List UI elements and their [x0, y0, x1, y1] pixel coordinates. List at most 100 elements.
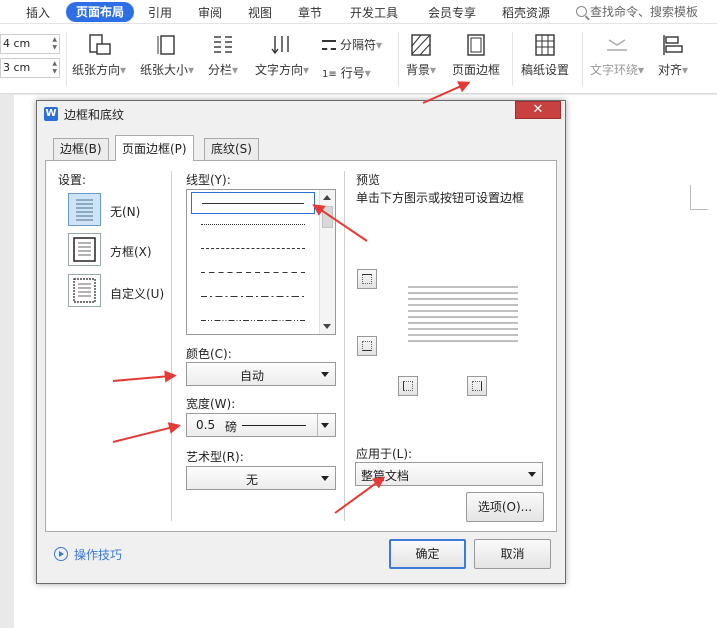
setting-box-label[interactable]: 方框(X) — [110, 243, 152, 260]
setting-box-icon[interactable] — [68, 233, 101, 266]
page-border-icon — [463, 32, 489, 58]
width-unit: 磅 — [225, 420, 238, 434]
close-icon: ✕ — [532, 102, 544, 117]
art-value: 无 — [245, 473, 258, 487]
page-border-label: 页面边框 — [452, 63, 501, 77]
options-button[interactable]: 选项(O)... — [466, 492, 544, 522]
menu-section[interactable]: 章节 — [298, 4, 322, 21]
align-icon — [660, 32, 686, 58]
ribbon-divider — [582, 32, 583, 86]
menu-docer[interactable]: 稻壳资源 — [502, 4, 550, 21]
tab-page-border[interactable]: 页面边框(P) — [115, 135, 194, 161]
menu-dev-tools[interactable]: 开发工具 — [350, 4, 398, 21]
menu-member[interactable]: 会员专享 — [428, 4, 476, 21]
art-dropdown[interactable]: 无 — [186, 466, 336, 490]
line-numbers-button[interactable]: 1≡ 行号▾ — [322, 64, 371, 81]
color-value: 自动 — [239, 369, 264, 383]
line-style-dotted[interactable] — [191, 214, 315, 236]
manuscript-settings-button[interactable]: 稿纸设置 — [521, 32, 569, 78]
background-button[interactable]: 背景▾ — [406, 32, 436, 78]
top-border-toggle[interactable] — [357, 269, 377, 289]
text-direction-label: 文字方向 — [255, 63, 304, 77]
apply-to-heading: 应用于(L): — [356, 447, 413, 461]
line-style-dash[interactable] — [191, 262, 315, 284]
menu-insert[interactable]: 插入 — [26, 4, 50, 21]
play-circle-icon[interactable] — [54, 547, 68, 561]
ribbon-toolbar: 4 cm ▲ ▼ 3 cm ▲ ▼ 纸张方向▾ 纸张大小▾ 分栏▾ 文字方向▾ 分隔… — [0, 24, 717, 94]
columns-button[interactable]: 分栏▾ — [208, 32, 238, 78]
setting-custom-icon[interactable] — [68, 274, 101, 307]
scroll-up-icon[interactable] — [323, 195, 331, 200]
command-search[interactable]: 查找命令、搜索模板 — [576, 3, 698, 20]
width-value: 0.5 — [196, 418, 216, 432]
text-wrap-label: 文字环绕 — [590, 63, 639, 77]
tips-link[interactable]: 操作技巧 — [74, 546, 122, 563]
separator-label: 分隔符 — [340, 38, 377, 52]
scroll-down-icon[interactable] — [323, 324, 331, 329]
tab-shading[interactable]: 底纹(S) — [204, 138, 259, 160]
width-sample-line — [242, 425, 306, 426]
preview-page[interactable] — [408, 285, 520, 345]
ribbon-divider — [398, 32, 399, 86]
line-style-dense-dash[interactable] — [191, 238, 315, 260]
tab-borders[interactable]: 边框(B) — [53, 138, 109, 160]
color-heading: 颜色(C): — [186, 347, 232, 361]
align-button[interactable]: 对齐▾ — [658, 32, 688, 78]
setting-none-label[interactable]: 无(N) — [110, 203, 140, 220]
art-heading: 艺术型(R): — [186, 450, 244, 464]
menu-view[interactable]: 视图 — [248, 4, 272, 21]
margin-value-1: 4 cm — [3, 37, 31, 50]
chevron-down-icon — [321, 372, 329, 377]
page-size-icon — [154, 32, 180, 58]
top-border-icon — [362, 274, 372, 284]
background-label: 背景 — [406, 63, 431, 77]
right-border-toggle[interactable] — [467, 376, 487, 396]
menu-bar: 插入 页面布局 引用 审阅 视图 章节 开发工具 会员专享 稻壳资源 查找命令、… — [0, 0, 717, 24]
setting-custom-label[interactable]: 自定义(U) — [110, 285, 164, 302]
menu-references[interactable]: 引用 — [148, 4, 172, 21]
panel-divider — [171, 171, 172, 521]
width-heading: 宽度(W): — [186, 397, 236, 411]
paper-orientation-label: 纸张方向 — [72, 63, 121, 77]
text-wrap-button[interactable]: 文字环绕▾ — [590, 32, 644, 78]
line-style-dash-dot-dot[interactable] — [191, 310, 315, 332]
margin-spinner-1[interactable]: 4 cm ▲ ▼ — [0, 34, 60, 54]
document-margin — [0, 95, 14, 628]
dialog-titlebar[interactable]: W 边框和底纹 ✕ — [37, 101, 565, 127]
left-border-toggle[interactable] — [398, 376, 418, 396]
color-dropdown[interactable]: 自动 — [186, 362, 336, 386]
columns-icon — [210, 32, 236, 58]
text-direction-button[interactable]: 文字方向▾ — [255, 32, 309, 78]
chevron-down-icon — [321, 423, 329, 428]
separator-button[interactable]: 分隔符▾ — [322, 36, 382, 53]
width-dropdown[interactable]: 0.5 磅 — [186, 413, 336, 437]
spinner-arrows-icon[interactable]: ▲ ▼ — [52, 60, 57, 76]
close-button[interactable]: ✕ — [515, 101, 561, 119]
menu-page-layout[interactable]: 页面布局 — [66, 2, 135, 22]
manuscript-grid-icon — [532, 32, 558, 58]
right-border-icon — [472, 381, 482, 391]
margin-spinner-2[interactable]: 3 cm ▲ ▼ — [0, 58, 60, 78]
ok-button[interactable]: 确定 — [389, 539, 466, 569]
ribbon-divider — [66, 32, 67, 86]
paper-size-label: 纸张大小 — [140, 63, 189, 77]
line-style-dash-dot[interactable] — [191, 286, 315, 308]
page-border-button[interactable]: 页面边框 — [452, 32, 500, 78]
bottom-border-icon — [362, 341, 372, 351]
dialog-title: 边框和底纹 — [64, 108, 125, 122]
line-style-solid[interactable] — [191, 192, 315, 214]
paper-orientation-button[interactable]: 纸张方向▾ — [72, 32, 126, 78]
cancel-button[interactable]: 取消 — [474, 539, 551, 569]
line-numbers-icon: 1≡ — [322, 69, 337, 80]
ribbon-divider — [512, 32, 513, 86]
chevron-down-icon — [528, 472, 536, 477]
spinner-arrows-icon[interactable]: ▲ ▼ — [52, 36, 57, 52]
manuscript-settings-label: 稿纸设置 — [521, 63, 570, 77]
settings-heading: 设置: — [58, 173, 87, 187]
bottom-border-toggle[interactable] — [357, 336, 377, 356]
setting-none-icon[interactable] — [68, 193, 101, 226]
menu-review[interactable]: 审阅 — [198, 4, 222, 21]
paper-size-button[interactable]: 纸张大小▾ — [140, 32, 194, 78]
align-label: 对齐 — [658, 63, 683, 77]
line-numbers-label: 行号 — [340, 66, 365, 80]
